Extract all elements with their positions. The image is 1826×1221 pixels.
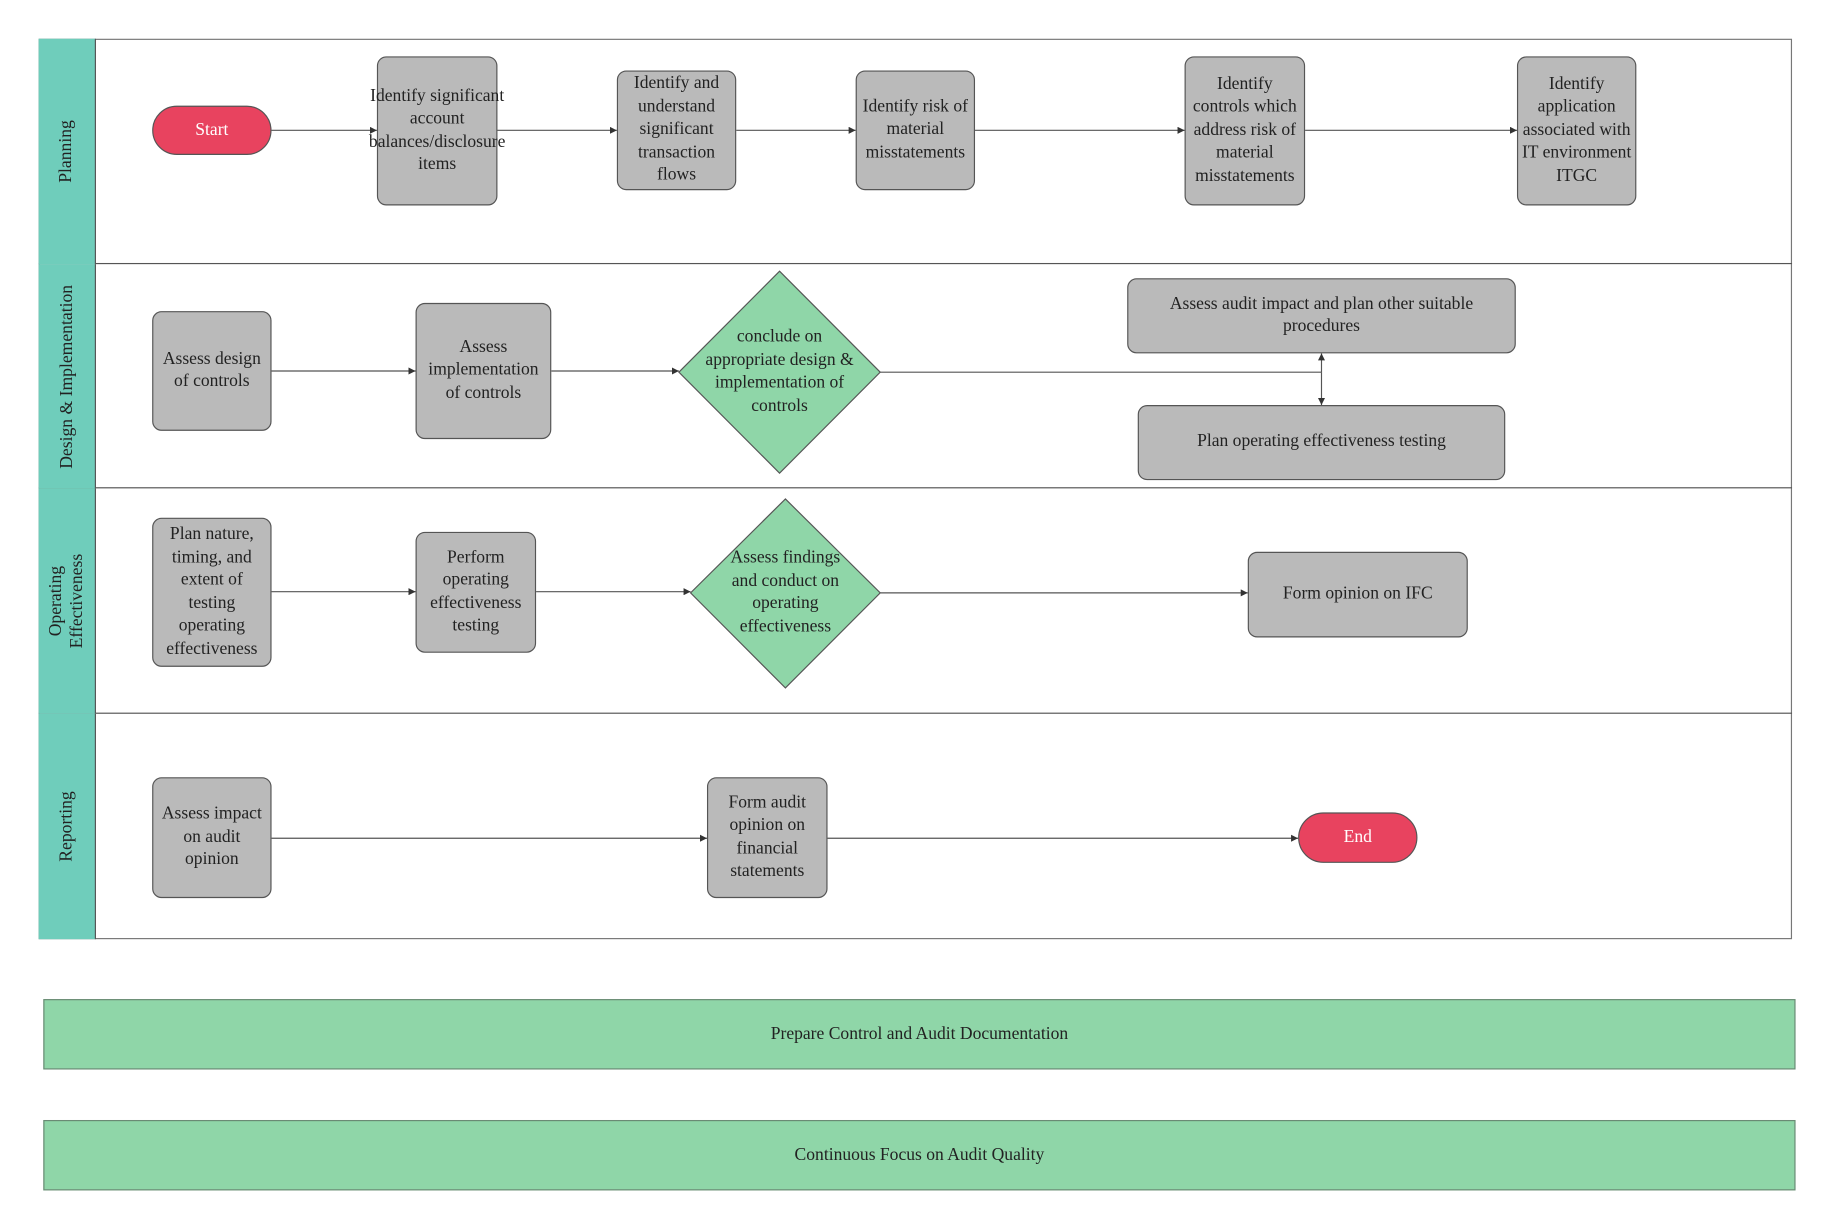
process-box[interactable]: Assess design of controls bbox=[152, 311, 272, 431]
process-box[interactable]: Identify application associated with IT … bbox=[1516, 56, 1637, 206]
start-terminal[interactable]: Start bbox=[152, 105, 272, 155]
decision-label[interactable]: conclude on appropriate design & impleme… bbox=[695, 317, 864, 427]
process-box[interactable]: Identify risk of material misstatements bbox=[855, 70, 976, 191]
process-box[interactable]: Identify significant account balances/di… bbox=[369, 56, 505, 206]
process-box[interactable]: Plan operating effectiveness testing bbox=[1137, 405, 1506, 481]
process-box[interactable]: Identify and understand significant tran… bbox=[616, 70, 737, 191]
process-box[interactable]: Identify controls which address risk of … bbox=[1184, 56, 1306, 206]
process-box[interactable]: Form opinion on IFC bbox=[1247, 551, 1468, 638]
process-box[interactable]: Plan nature, timing, and extent of testi… bbox=[152, 517, 272, 667]
audit-quality-bar[interactable]: Continuous Focus on Audit Quality bbox=[43, 1119, 1796, 1191]
process-box[interactable]: Perform operating effectiveness testing bbox=[415, 531, 537, 653]
decision-label[interactable]: Assess findings and conduct on operating… bbox=[721, 534, 850, 651]
process-box[interactable]: Assess implementation of controls bbox=[415, 302, 552, 440]
process-box[interactable]: Assess audit impact and plan other suita… bbox=[1127, 278, 1516, 354]
process-box[interactable]: Assess impact on audit opinion bbox=[152, 777, 272, 899]
documentation-bar[interactable]: Prepare Control and Audit Documentation bbox=[43, 999, 1796, 1070]
end-terminal[interactable]: End bbox=[1298, 812, 1418, 863]
process-box[interactable]: Form audit opinion on financial statemen… bbox=[706, 777, 828, 899]
flowchart: Planning Design & Implementation Operati… bbox=[0, 0, 1826, 1221]
